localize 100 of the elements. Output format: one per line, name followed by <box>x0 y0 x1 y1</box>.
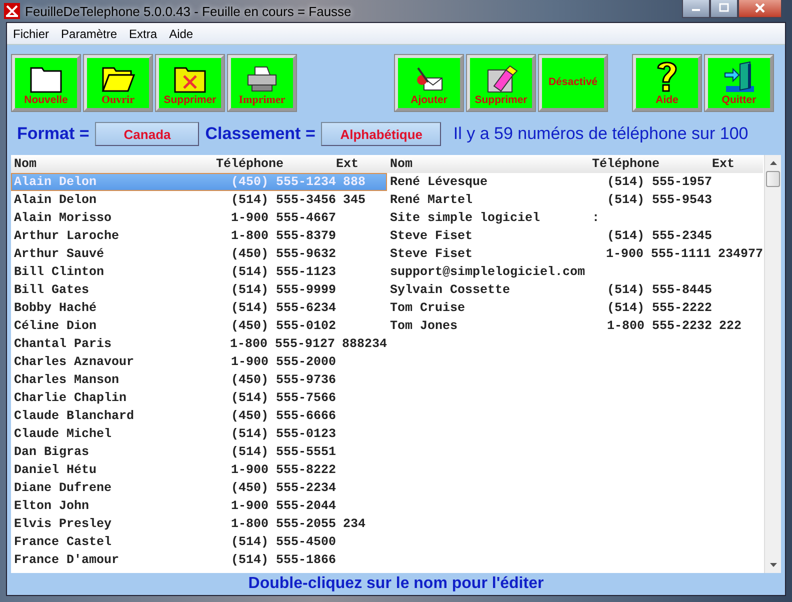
menu-item[interactable]: Extra <box>123 26 164 40</box>
column-header: Ext <box>712 157 735 171</box>
contact-row[interactable]: Steve Fiset (514) 555-2345 <box>387 227 763 245</box>
contact-row[interactable]: Chantal Paris 1-800 555-9127 888234 <box>11 335 387 353</box>
scroll-thumb[interactable] <box>766 171 780 187</box>
phone-text: 1-800 555-9127 <box>230 337 335 351</box>
phone-text: (514) 555-8445 <box>606 283 712 297</box>
contact-row[interactable]: Charles Manson (450) 555-9736 <box>11 371 387 389</box>
contact-row[interactable]: René Lévesque (514) 555-1957 <box>387 173 763 191</box>
contact-row[interactable]: Tom Cruise (514) 555-2222 <box>387 299 763 317</box>
name-text: Steve Fiset <box>389 229 474 243</box>
status-text: Double-cliquez sur le nom pour l'éditer <box>248 575 544 593</box>
toolbar-button[interactable]: Aide <box>633 55 701 111</box>
contact-row[interactable]: Arthur Sauvé (450) 555-9632 <box>11 245 387 263</box>
name-text: Arthur Laroche <box>13 229 120 243</box>
phone-text: (514) 555-2222 <box>606 301 712 315</box>
contact-row[interactable]: Bill Clinton (514) 555-1123 <box>11 263 387 281</box>
exit-door-icon <box>722 60 756 94</box>
contact-row[interactable]: France D'amour (514) 555-1866 <box>11 551 387 569</box>
contact-row[interactable]: Tom Jones 1-800 555-2232 222 <box>387 317 763 335</box>
contact-row[interactable]: France Castel (514) 555-4500 <box>11 533 387 551</box>
down-arrow-icon[interactable] <box>770 563 776 567</box>
column-header: Téléphone <box>592 157 661 171</box>
phone-text: (514) 555-6234 <box>230 301 336 315</box>
toolbar-button[interactable]: Supprimer <box>156 55 224 111</box>
phone-text: (514) 555-0123 <box>230 427 336 441</box>
format-label: Format = <box>17 124 90 144</box>
name-text: Alain Delon <box>13 193 98 207</box>
column-header: Nom <box>13 157 38 171</box>
contact-row[interactable]: Diane Dufrene (450) 555-2234 <box>11 479 387 497</box>
name-text: Site simple logiciel <box>389 211 542 225</box>
printer-icon <box>245 64 279 94</box>
contact-row[interactable]: Arthur Laroche 1-800 555-8379 <box>11 227 387 245</box>
ext-text: 234 <box>343 517 366 531</box>
phone-text: (514) 555-1123 <box>230 265 336 279</box>
ext-text: 234977 <box>718 247 763 261</box>
contact-row[interactable]: Elton John 1-900 555-2044 <box>11 497 387 515</box>
toolbar-button[interactable]: Désactivé <box>539 55 607 111</box>
phone-text: : <box>592 211 600 225</box>
phone-text: 1-900 555-4667 <box>230 211 336 225</box>
phone-text: 1-900 555-2044 <box>230 499 336 513</box>
contact-row[interactable]: Elvis Presley 1-800 555-2055 234 <box>11 515 387 533</box>
contact-row[interactable]: support@simplelogiciel.com <box>387 263 763 281</box>
name-text: Tom Jones <box>389 319 459 333</box>
contact-row[interactable]: Bobby Haché (514) 555-6234 <box>11 299 387 317</box>
phone-text: (450) 555-2234 <box>230 481 336 495</box>
name-text: Claude Blanchard <box>13 409 136 423</box>
phone-text: (514) 555-4500 <box>230 535 336 549</box>
phone-text: (514) 555-9999 <box>230 283 336 297</box>
name-text: Bill Clinton <box>13 265 106 279</box>
contact-row[interactable]: Charlie Chaplin (514) 555-7566 <box>11 389 387 407</box>
contact-row[interactable]: Daniel Hétu 1-900 555-8222 <box>11 461 387 479</box>
toolbar-button[interactable]: Quitter <box>705 55 773 111</box>
contact-row[interactable]: Site simple logiciel : <box>387 209 763 227</box>
phone-text: 1-800 555-2055 <box>230 517 336 531</box>
contact-row[interactable]: Bill Gates (514) 555-9999 <box>11 281 387 299</box>
maximize-button[interactable] <box>710 0 738 18</box>
menu-item[interactable]: Paramètre <box>55 26 124 40</box>
scrollbar[interactable] <box>764 155 781 573</box>
menu-item[interactable]: Aide <box>163 26 200 40</box>
phone-text: (514) 555-7566 <box>230 391 336 405</box>
contact-row[interactable]: Charles Aznavour 1-900 555-2000 <box>11 353 387 371</box>
contact-row[interactable]: Céline Dion (450) 555-0102 <box>11 317 387 335</box>
name-text: France D'amour <box>13 553 120 567</box>
name-text: Daniel Hétu <box>13 463 98 477</box>
phone-text: (514) 555-9543 <box>606 193 712 207</box>
contact-row[interactable]: Steve Fiset 1-900 555-1111 234977 <box>387 245 763 263</box>
name-text: Arthur Sauvé <box>13 247 106 261</box>
minimize-button[interactable] <box>682 0 710 18</box>
contact-row[interactable]: Claude Michel (514) 555-0123 <box>11 425 387 443</box>
up-arrow-icon[interactable] <box>770 161 776 165</box>
toolbar-button[interactable]: Supprimer <box>467 55 535 111</box>
phone-text: 1-800 555-8379 <box>230 229 336 243</box>
toolbar-button[interactable]: Nouvelle <box>12 55 80 111</box>
contact-row[interactable]: Dan Bigras (514) 555-5551 <box>11 443 387 461</box>
phone-text: (514) 555-5551 <box>230 445 336 459</box>
phone-text: (514) 555-2345 <box>606 229 712 243</box>
close-button[interactable] <box>738 0 782 18</box>
contact-row[interactable]: René Martel (514) 555-9543 <box>387 191 763 209</box>
close-icon <box>754 2 766 14</box>
contact-row[interactable]: Alain Delon (514) 555-3456 345 <box>11 191 387 209</box>
contact-row[interactable]: Sylvain Cossette (514) 555-8445 <box>387 281 763 299</box>
phone-text: (514) 555-1866 <box>230 553 336 567</box>
contact-row[interactable]: Claude Blanchard (450) 555-6666 <box>11 407 387 425</box>
phone-text: 1-800 555-2232 <box>606 319 712 333</box>
name-text: Diane Dufrene <box>13 481 113 495</box>
toolbar-button[interactable]: Imprimer <box>228 55 296 111</box>
name-text: Sylvain Cossette <box>389 283 512 297</box>
toolbar-button[interactable]: Ajouter <box>395 55 463 111</box>
ext-text: 345 <box>343 193 366 207</box>
name-text: René Martel <box>389 193 474 207</box>
ext-text: 888 <box>343 175 366 189</box>
name-text: Steve Fiset <box>389 247 474 261</box>
name-text: Charles Manson <box>13 373 120 387</box>
app-icon <box>4 3 20 19</box>
toolbar-button[interactable]: Ouvrir <box>84 55 152 111</box>
menu-item[interactable]: Fichier <box>7 26 56 40</box>
contact-row[interactable]: Alain Morisso 1-900 555-4667 <box>11 209 387 227</box>
phone-text: 1-900 555-2000 <box>230 355 336 369</box>
phone-text: 1-900 555-1111 <box>606 247 711 261</box>
